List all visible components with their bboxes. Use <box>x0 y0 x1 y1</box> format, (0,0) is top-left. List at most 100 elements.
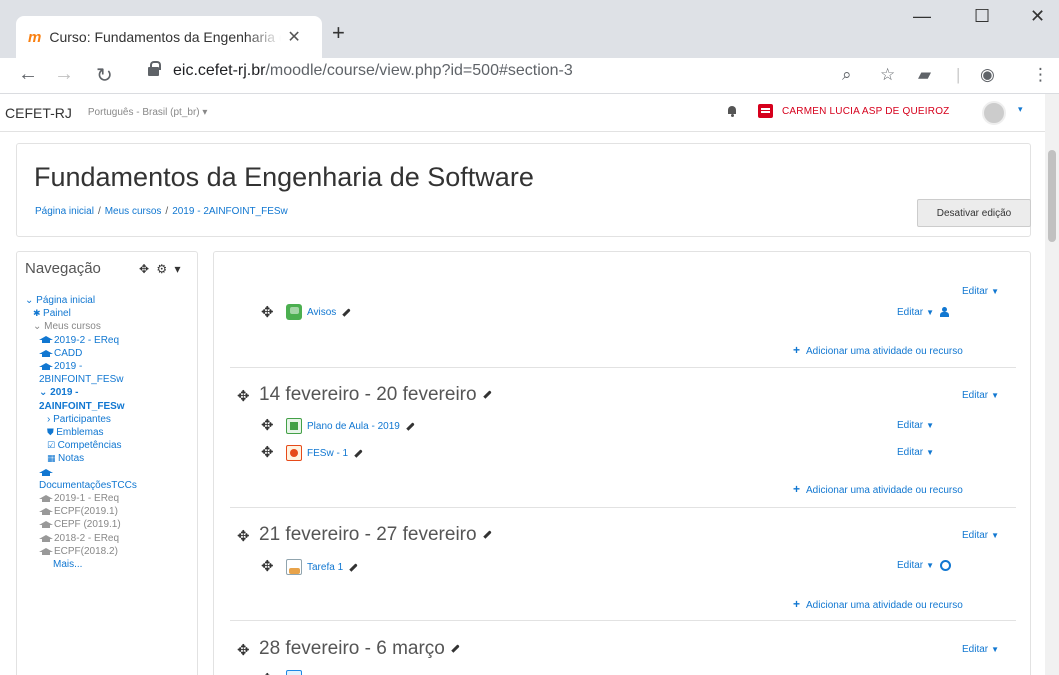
maximize-icon[interactable]: ☐ <box>974 6 990 27</box>
move-icon[interactable]: ✥ <box>261 443 274 461</box>
activity-name[interactable]: Tarefa 1 <box>307 562 343 573</box>
person-icon[interactable] <box>940 307 950 318</box>
section-divider <box>230 367 1016 368</box>
browser-menu-icon[interactable]: ⋮ <box>1032 65 1049 85</box>
breadcrumb-course[interactable]: 2019 - 2AINFOINT_FESw <box>172 206 288 217</box>
activity-resource[interactable]: FESw - 1 <box>286 445 363 461</box>
toolbar-divider: | <box>956 65 961 84</box>
activity-edit-menu[interactable]: Editar ▼ <box>897 307 950 318</box>
pencil-icon[interactable] <box>349 562 358 572</box>
course-cap-icon <box>39 336 53 344</box>
user-name[interactable]: CARMEN LUCIA ASP DE QUEIROZ <box>782 106 949 117</box>
breadcrumb-my-courses[interactable]: Meus cursos <box>105 206 162 217</box>
nav-item-dashboard[interactable]: ✱ Painel <box>25 307 197 320</box>
zoom-icon[interactable]: ⌕ <box>842 65 852 85</box>
move-icon[interactable]: ✥ <box>237 387 250 405</box>
pencil-icon[interactable] <box>482 390 492 400</box>
add-activity-label: Adicionar uma atividade ou recurso <box>806 346 963 357</box>
section-edit-menu[interactable]: Editar ▼ <box>962 390 999 401</box>
nav-item-past-course[interactable]: 2019-1 - EReq <box>25 492 197 505</box>
nav-item-my-courses[interactable]: ⌄ Meus cursos <box>25 320 197 333</box>
nav-item-current-course[interactable]: ⌄ 2019 - <box>25 386 197 399</box>
nav-item-course[interactable] <box>25 466 197 479</box>
move-icon[interactable]: ✥ <box>261 557 274 575</box>
section-title: 21 fevereiro - 27 fevereiro <box>259 524 492 546</box>
back-icon[interactable]: ← <box>18 63 38 86</box>
notification-bell-icon[interactable] <box>727 106 737 117</box>
activity-name[interactable]: FESw - 1 <box>307 448 348 459</box>
nav-item-home[interactable]: ⌄ Página inicial <box>25 294 197 307</box>
forward-icon[interactable]: → <box>54 63 74 86</box>
section-edit-menu[interactable]: Editar ▼ <box>962 644 999 655</box>
section-edit-menu[interactable]: Editar ▼ <box>962 286 999 297</box>
language-menu[interactable]: Português - Brasil (pt_br) ▾ <box>88 107 208 118</box>
pencil-icon[interactable] <box>406 421 415 431</box>
add-activity-link[interactable]: + Adicionar uma atividade ou recurso <box>793 597 963 611</box>
avatar[interactable] <box>982 101 1006 125</box>
activity-edit-menu[interactable]: Editar ▼ <box>897 420 934 431</box>
add-activity-link[interactable]: + Adicionar uma atividade ou recurso <box>793 343 963 357</box>
pencil-icon[interactable] <box>342 307 352 317</box>
minimize-icon[interactable]: — <box>913 6 931 27</box>
new-tab-button[interactable]: + <box>332 20 345 46</box>
group-mode-icon[interactable] <box>940 560 952 571</box>
add-activity-link[interactable]: + Adicionar uma atividade ou recurso <box>793 482 963 496</box>
messages-icon[interactable] <box>758 104 773 118</box>
block-controls[interactable]: ✥ ⚙ ▾ <box>139 262 183 276</box>
move-icon[interactable]: ✥ <box>261 303 274 321</box>
nav-item-past-course[interactable]: 2018-2 - EReq <box>25 532 197 545</box>
caret-down-icon: ▼ <box>991 287 1000 296</box>
nav-item-past-course[interactable]: ECPF(2018.2) <box>25 545 197 558</box>
nav-item-past-course[interactable]: ECPF(2019.1) <box>25 505 197 518</box>
activity-edit-menu[interactable]: Editar ▼ <box>897 560 952 571</box>
bookmark-star-icon[interactable]: ☆ <box>880 65 895 85</box>
profile-icon[interactable]: ◉ <box>980 65 995 85</box>
scrollbar-thumb[interactable] <box>1048 150 1056 242</box>
browser-tab-strip: m Curso: Fundamentos da Engenharia de So… <box>0 0 1059 58</box>
move-icon[interactable]: ✥ <box>261 416 274 434</box>
move-icon[interactable]: ✥ <box>237 527 250 545</box>
nav-item-course-cont[interactable]: 2BINFOINT_FESw <box>25 373 197 386</box>
browser-tab[interactable]: m Curso: Fundamentos da Engenharia de So… <box>16 16 322 58</box>
assignment-icon <box>286 559 302 575</box>
activity-forum[interactable]: Avisos <box>286 304 352 320</box>
pencil-icon[interactable] <box>354 448 363 458</box>
activity-edit-menu[interactable]: Editar ▼ <box>897 447 934 458</box>
close-window-icon[interactable]: ✕ <box>1030 6 1045 27</box>
move-icon[interactable]: ✥ <box>261 670 274 675</box>
section-divider <box>230 507 1016 508</box>
activity-assignment[interactable]: Tarefa 1 <box>286 559 358 575</box>
site-brand[interactable]: CEFET-RJ <box>5 105 72 121</box>
pencil-icon[interactable] <box>451 644 460 654</box>
toggle-edit-mode-button[interactable]: Desativar edição <box>917 199 1031 227</box>
activity-resource[interactable]: Plano de Aula - 2019 <box>286 418 415 434</box>
nav-item-course[interactable]: 2019-2 - EReq <box>25 334 197 347</box>
close-tab-icon[interactable]: ✕ <box>287 27 300 47</box>
activity-name[interactable]: Avisos <box>307 307 336 318</box>
reload-icon[interactable]: ↻ <box>96 63 113 88</box>
activity-name[interactable]: Plano de Aula - 2019 <box>307 421 400 432</box>
move-icon[interactable]: ✥ <box>237 641 250 659</box>
nav-item-current-course-cont[interactable]: 2AINFOINT_FESw <box>25 400 197 413</box>
nav-item-label: CEPF (2019.1) <box>54 519 121 531</box>
nav-item-past-course[interactable]: CEPF (2019.1) <box>25 518 197 531</box>
breadcrumb: Página inicial / Meus cursos/2019 - 2AINFO… <box>35 206 288 217</box>
section-edit-menu[interactable]: Editar ▼ <box>962 530 999 541</box>
nav-item-grades[interactable]: ▦ Notas <box>25 452 197 465</box>
nav-item-competencies[interactable]: ☑ Competências <box>25 439 197 452</box>
extension-icon[interactable]: ▰ <box>918 65 931 85</box>
vertical-scrollbar[interactable] <box>1045 94 1059 675</box>
section-divider <box>230 620 1016 621</box>
breadcrumb-home[interactable]: Página inicial <box>35 206 94 217</box>
nav-item-more[interactable]: Mais... <box>25 558 197 571</box>
nav-item-course[interactable]: 2019 - <box>25 360 197 373</box>
pencil-icon[interactable] <box>482 530 492 540</box>
activity-partial[interactable] <box>286 670 307 675</box>
nav-item-badges[interactable]: ⛊ Emblemas <box>25 426 197 439</box>
address-bar[interactable]: eic.cefet-rj.br/moodle/course/view.php?i… <box>148 61 573 80</box>
nav-item-course[interactable]: CADD <box>25 347 197 360</box>
user-menu-caret-icon[interactable]: ▾ <box>1018 104 1023 115</box>
spreadsheet-icon <box>286 418 302 434</box>
nav-item-participants[interactable]: › Participantes <box>25 413 197 426</box>
nav-item-course-cont[interactable]: DocumentaçõesTCCs <box>25 479 197 492</box>
